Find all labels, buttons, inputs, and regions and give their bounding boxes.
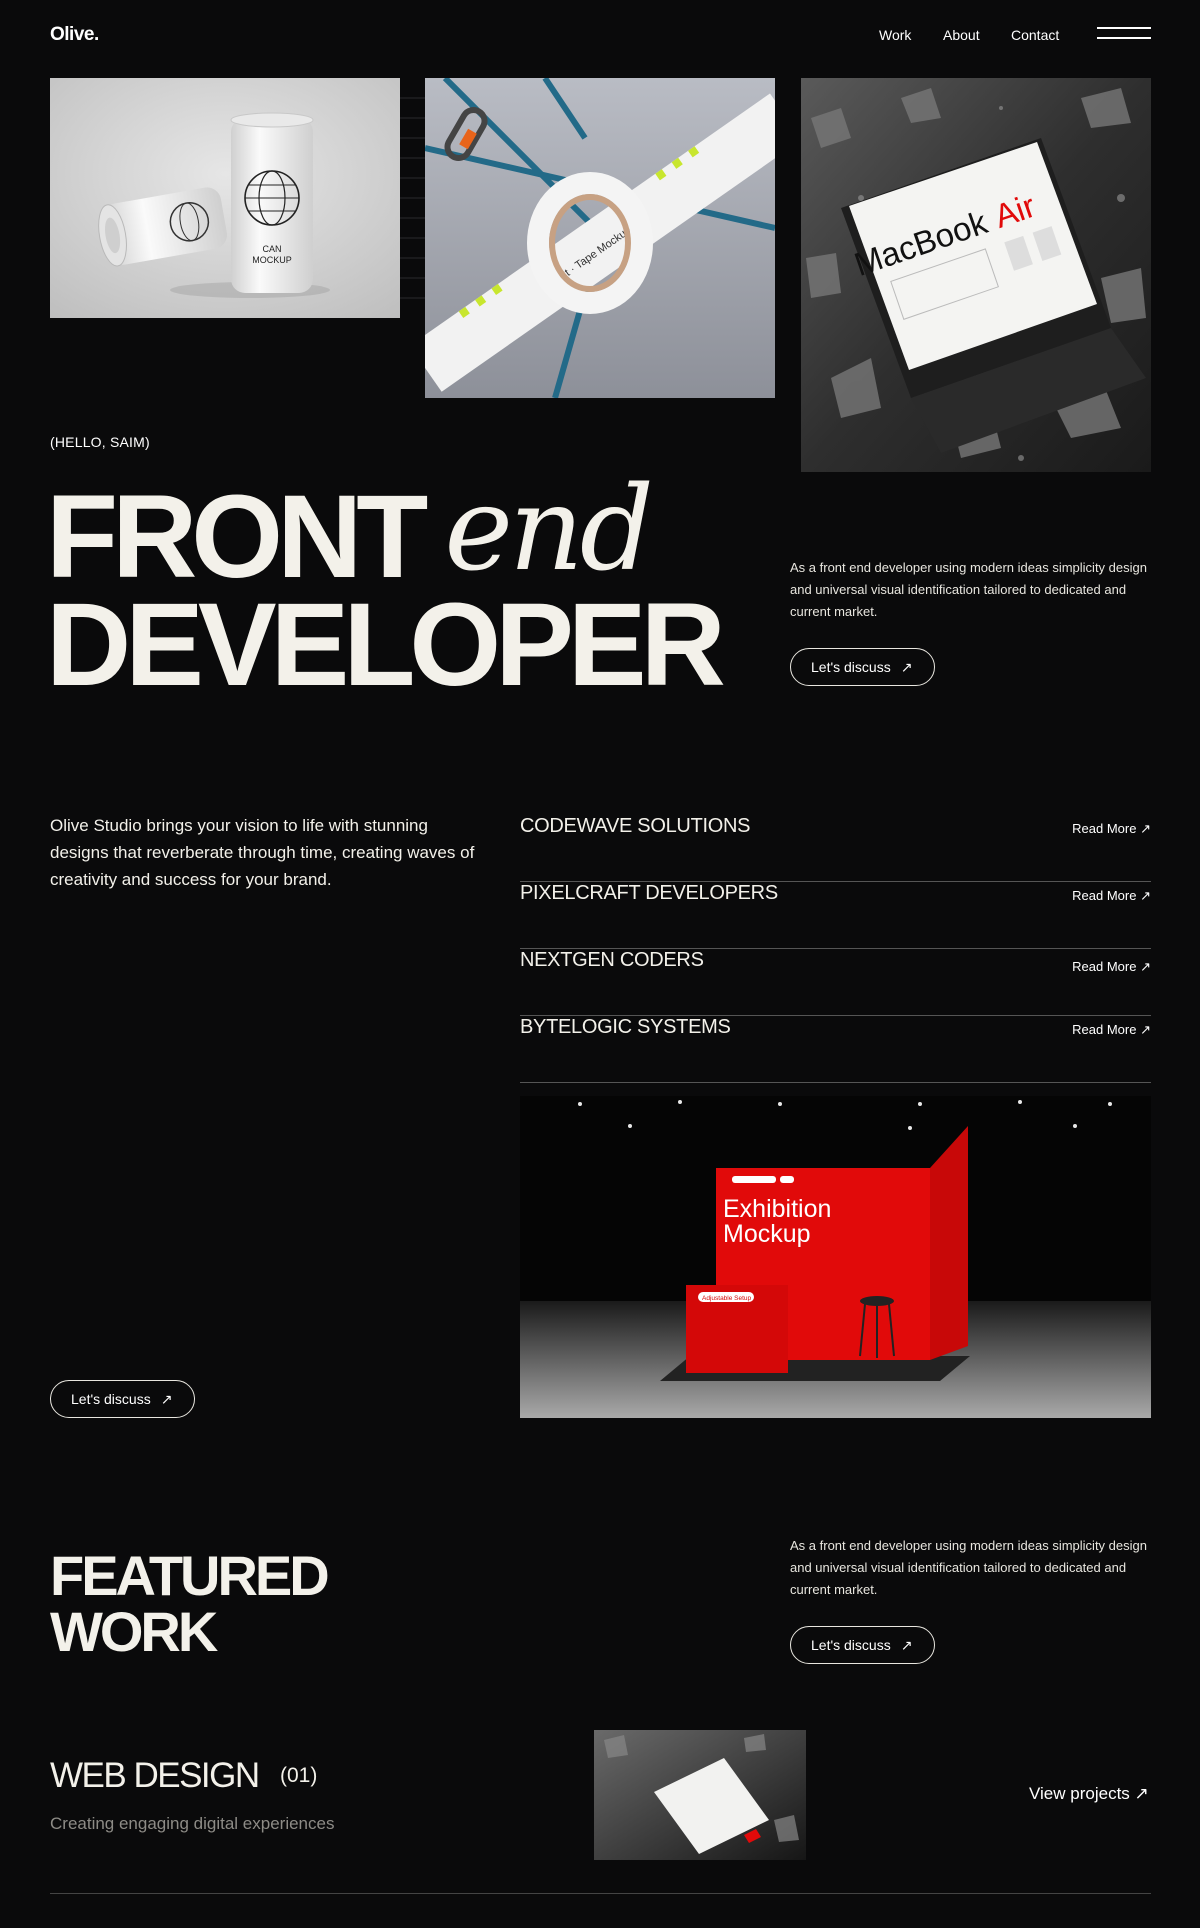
arrow-up-right-icon: ↗ — [900, 1636, 913, 1653]
read-more-link[interactable]: Read More ↗ — [1072, 888, 1151, 904]
service-name: PIXELCRAFT DEVELOPERS — [520, 882, 778, 904]
read-more-link[interactable]: Read More ↗ — [1072, 821, 1151, 837]
featured-description: As a front end developer using modern id… — [790, 1538, 1147, 1597]
exhibition-title: Exhibition — [723, 1195, 831, 1223]
arrow-up-right-icon: ↗ — [900, 658, 913, 675]
read-more-link[interactable]: Read More ↗ — [1072, 959, 1151, 975]
service-name: BYTELOGIC SYSTEMS — [520, 1016, 731, 1038]
read-more-link[interactable]: Read More ↗ — [1072, 1022, 1151, 1038]
can-label: CAN — [262, 244, 281, 254]
service-item[interactable]: CODEWAVE SOLUTIONS Read More ↗ — [520, 815, 1151, 882]
exhibition-tag: Adjustable Setup — [702, 1295, 752, 1302]
arrow-up-right-icon: ↗ — [160, 1390, 173, 1407]
nav-work[interactable]: Work — [879, 27, 911, 43]
greeting: (HELLO, SAIM) — [50, 434, 150, 450]
service-item[interactable]: BYTELOGIC SYSTEMS Read More ↗ — [520, 1016, 1151, 1083]
can-label: MOCKUP — [252, 255, 292, 265]
lets-discuss-button[interactable]: Let's discuss ↗ — [50, 1380, 195, 1418]
arrow-up-right-icon: ↗ — [1140, 1022, 1151, 1037]
project-thumbnail[interactable] — [594, 1730, 806, 1860]
hero-title-italic: end — [444, 462, 654, 597]
macbook-mockup-image: MacBook Air — [801, 78, 1151, 472]
can-mockup-image: CAN MOCKUP — [50, 78, 400, 318]
service-name: CODEWAVE SOLUTIONS — [520, 815, 751, 837]
service-item[interactable]: PIXELCRAFT DEVELOPERS Read More ↗ — [520, 882, 1151, 949]
project-title[interactable]: WEB DESIGN — [50, 1756, 260, 1796]
project-number: (01) — [280, 1764, 318, 1787]
arrow-up-right-icon: ↗ — [1140, 959, 1151, 974]
hamburger-icon[interactable] — [1097, 27, 1151, 43]
divider — [50, 1893, 1151, 1894]
arrow-up-right-icon: ↗ — [1134, 1784, 1149, 1803]
exhibition-mockup-image: Exhibition Mockup Adjustable Setup — [520, 1096, 1151, 1418]
nav-about[interactable]: About — [943, 27, 980, 43]
service-name: NEXTGEN CODERS — [520, 949, 704, 971]
project-subtitle: Creating engaging digital experiences — [50, 1814, 335, 1833]
arrow-up-right-icon: ↗ — [1140, 821, 1151, 836]
service-item[interactable]: NEXTGEN CODERS Read More ↗ — [520, 949, 1151, 1016]
logo[interactable]: Olive. — [50, 24, 99, 46]
view-projects-link[interactable]: View projects ↗ — [1029, 1784, 1149, 1804]
hero-title-line2: DEVELOPER — [46, 579, 726, 711]
lets-discuss-button[interactable]: Let's discuss ↗ — [790, 648, 935, 686]
lets-discuss-button[interactable]: Let's discuss ↗ — [790, 1626, 935, 1664]
nav-contact[interactable]: Contact — [1011, 27, 1059, 43]
hero-description: As a front end developer using modern id… — [790, 560, 1147, 619]
arrow-up-right-icon: ↗ — [1140, 888, 1151, 903]
studio-intro: Olive Studio brings your vision to life … — [50, 816, 475, 889]
exhibition-title: Mockup — [723, 1220, 811, 1248]
featured-title: FEATURED WORK — [50, 1544, 330, 1663]
tape-mockup-image: Duct · Tape Mockup — [425, 78, 775, 398]
